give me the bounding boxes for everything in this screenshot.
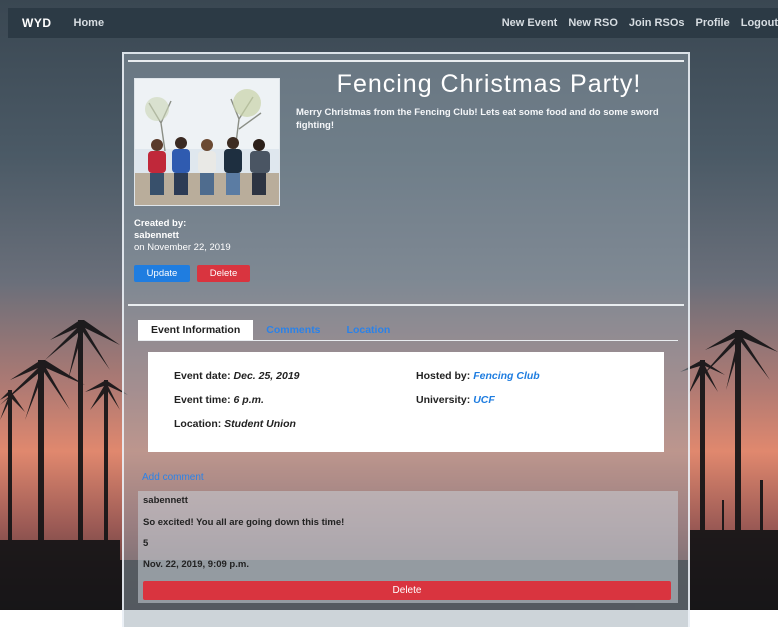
event-date-label: Event date: (174, 370, 231, 382)
created-by-user: sabennett (134, 230, 179, 241)
update-button[interactable]: Update (134, 265, 190, 282)
university-link[interactable]: UCF (473, 394, 495, 406)
nav-home-link[interactable]: Home (74, 17, 105, 29)
top-navbar: WYD Home New Event New RSO Join RSOs Pro… (8, 8, 778, 38)
tab-comments[interactable]: Comments (253, 320, 333, 340)
brand-logo[interactable]: WYD (22, 16, 52, 30)
comment-timestamp: Nov. 22, 2019, 9:09 p.m. (143, 559, 249, 570)
nav-profile-link[interactable]: Profile (696, 17, 730, 29)
event-date-row: Event date: Dec. 25, 2019 (174, 370, 300, 382)
event-location-value: Student Union (224, 418, 296, 430)
delete-event-button[interactable]: Delete (197, 265, 250, 282)
hosted-by-row: Hosted by: Fencing Club (416, 370, 540, 382)
event-tabs: Event Information Comments Location (138, 320, 403, 340)
event-date-value: Dec. 25, 2019 (233, 370, 300, 382)
university-row: University: UCF (416, 394, 495, 406)
nav-links: New Event New RSO Join RSOs Profile Logo… (491, 8, 778, 38)
event-time-label: Event time: (174, 394, 231, 406)
comment-author: sabennett (143, 495, 188, 506)
divider (128, 304, 684, 306)
tab-event-information[interactable]: Event Information (138, 320, 254, 340)
nav-join-rsos-link[interactable]: Join RSOs (629, 17, 685, 29)
comment-item: sabennett So excited! You all are going … (138, 491, 678, 603)
created-on-date: on November 22, 2019 (134, 242, 231, 253)
event-time-value: 6 p.m. (233, 394, 264, 406)
event-location-row: Location: Student Union (174, 418, 296, 430)
hosted-by-link[interactable]: Fencing Club (473, 370, 540, 382)
event-photo (134, 78, 280, 206)
tab-location[interactable]: Location (334, 320, 404, 340)
event-time-row: Event time: 6 p.m. (174, 394, 264, 406)
hosted-by-label: Hosted by: (416, 370, 471, 382)
nav-logout-link[interactable]: Logout (741, 17, 778, 29)
nav-new-event-link[interactable]: New Event (502, 17, 558, 29)
tab-underline (138, 340, 678, 341)
event-title: Fencing Christmas Party! (336, 70, 642, 98)
comment-text: So excited! You all are going down this … (143, 517, 345, 528)
created-by-block: Created by: sabennett on November 22, 20… (134, 218, 231, 254)
delete-comment-button[interactable]: Delete (143, 581, 671, 600)
event-location-label: Location: (174, 418, 222, 430)
nav-new-rso-link[interactable]: New RSO (568, 17, 618, 29)
university-label: University: (416, 394, 471, 406)
divider (128, 60, 684, 62)
event-description: Merry Christmas from the Fencing Club! L… (296, 107, 659, 131)
event-info-panel: Event date: Dec. 25, 2019 Event time: 6 … (148, 352, 664, 452)
event-card: Fencing Christmas Party! Merry Christmas… (122, 52, 690, 627)
created-by-label: Created by: (134, 218, 187, 229)
group-photo-illustration (135, 79, 279, 205)
comment-rating: 5 (143, 538, 149, 549)
add-comment-link[interactable]: Add comment (142, 472, 204, 483)
